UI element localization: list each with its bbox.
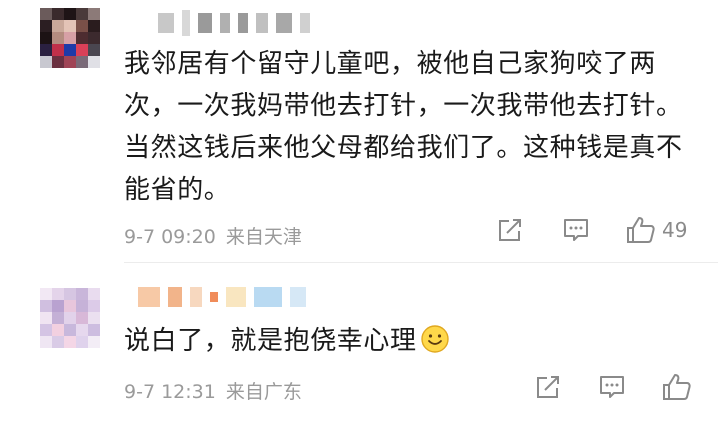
like-button[interactable]: 49 <box>626 216 687 244</box>
username[interactable] <box>138 284 306 310</box>
comment-actions <box>534 373 692 401</box>
comment-text: 说白了，就是抱侥幸心理 <box>124 320 694 362</box>
comment-source: 来自天津 <box>225 226 302 248</box>
like-icon <box>663 374 691 400</box>
username[interactable] <box>158 10 310 36</box>
like-button[interactable] <box>662 373 692 401</box>
share-icon <box>537 376 559 398</box>
comment-actions: 49 <box>496 216 687 244</box>
reply-button[interactable] <box>598 373 626 401</box>
like-count: 49 <box>662 218 688 242</box>
comment-icon <box>564 219 588 241</box>
comment-item: 我邻居有个留守儿童吧，被他自己家狗咬了两次，一次我妈带他去打针，一次我带他去打针… <box>0 0 718 262</box>
share-button[interactable] <box>534 373 562 401</box>
share-button[interactable] <box>496 216 524 244</box>
reply-button[interactable] <box>562 216 590 244</box>
comment-time: 9-7 09:20 <box>124 226 216 248</box>
comment-item: 说白了，就是抱侥幸心理 9-7 12:31 来自广东 <box>0 262 718 421</box>
comment-meta: 9-7 09:20 来自天津 <box>124 222 302 249</box>
comment-icon <box>600 376 624 398</box>
like-icon <box>627 217 655 243</box>
comment-text: 我邻居有个留守儿童吧，被他自己家狗咬了两次，一次我妈带他去打针，一次我带他去打针… <box>124 49 683 205</box>
comment-time: 9-7 12:31 <box>124 381 216 403</box>
comment-meta: 9-7 12:31 来自广东 <box>124 377 302 404</box>
comment-source: 来自广东 <box>225 381 302 403</box>
share-icon <box>499 219 521 241</box>
comment-text-content: 说白了，就是抱侥幸心理 <box>124 326 417 356</box>
smile-emoji-icon <box>420 325 449 353</box>
avatar[interactable] <box>40 288 100 348</box>
avatar[interactable] <box>40 8 100 68</box>
